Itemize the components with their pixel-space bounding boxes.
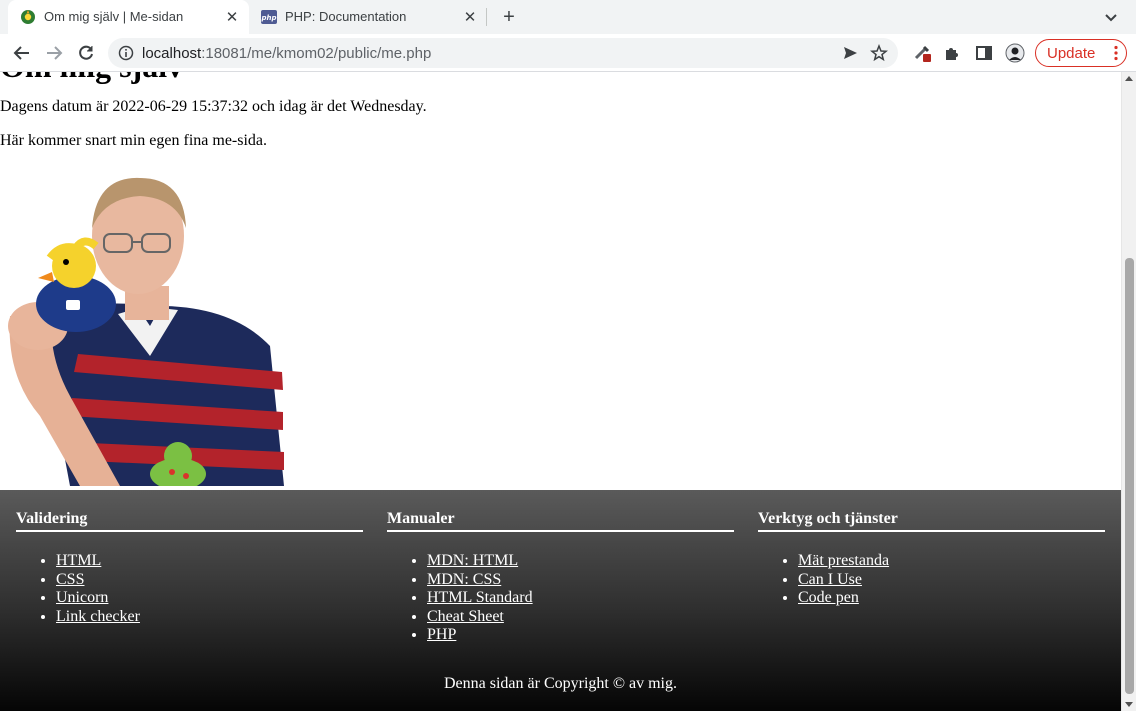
- footer-link-php[interactable]: PHP: [427, 626, 456, 643]
- scrollbar-thumb[interactable]: [1125, 258, 1134, 694]
- url-text[interactable]: localhost:18081/me/kmom02/public/me.php: [142, 45, 431, 62]
- list-item: Cheat Sheet: [427, 608, 734, 627]
- footer-column-title: Verktyg och tjänster: [758, 510, 1105, 532]
- date-paragraph: Dagens datum är 2022-06-29 15:37:32 och …: [0, 98, 427, 115]
- tab-strip: Om mig själv | Me-sidan ✕ php PHP: Docum…: [0, 0, 1136, 34]
- footer-column-title: Manualer: [387, 510, 734, 532]
- list-item: Link checker: [56, 608, 363, 627]
- footer-link-list: MDN: HTML MDN: CSS HTML Standard Cheat S…: [387, 552, 734, 645]
- chevron-down-icon[interactable]: [1102, 8, 1120, 26]
- address-bar[interactable]: localhost:18081/me/kmom02/public/me.php: [108, 38, 898, 68]
- info-icon[interactable]: [118, 45, 134, 61]
- footer-link-cheat-sheet[interactable]: Cheat Sheet: [427, 608, 504, 625]
- scroll-up-arrow-icon[interactable]: [1125, 76, 1133, 81]
- new-tab-icon[interactable]: +: [498, 6, 520, 28]
- footer-column-title: Validering: [16, 510, 363, 532]
- reload-icon[interactable]: [76, 43, 96, 63]
- intro-paragraph: Här kommer snart min egen fina me-sida.: [0, 132, 268, 149]
- footer-column-verktyg: Verktyg och tjänster Mät prestanda Can I…: [758, 510, 1105, 608]
- footer-link-mat-prestanda[interactable]: Mät prestanda: [798, 552, 889, 569]
- profile-avatar-icon[interactable]: [1005, 43, 1025, 63]
- site-favicon-icon: [21, 10, 35, 24]
- browser-toolbar: localhost:18081/me/kmom02/public/me.php: [0, 34, 1136, 72]
- footer-link-html[interactable]: HTML: [56, 552, 101, 569]
- list-item: Mät prestanda: [798, 552, 1105, 571]
- page-title: Om mig själv: [0, 72, 183, 85]
- svg-text:php: php: [261, 14, 277, 22]
- tab-title: PHP: Documentation: [285, 9, 407, 24]
- list-item: PHP: [427, 626, 734, 645]
- side-panel-icon[interactable]: [974, 43, 994, 63]
- extension-eyedropper-icon[interactable]: [912, 43, 932, 63]
- php-favicon-icon: php: [261, 10, 277, 24]
- tab-close-icon[interactable]: ✕: [223, 8, 241, 26]
- footer-column-manualer: Manualer MDN: HTML MDN: CSS HTML Standar…: [387, 510, 734, 645]
- send-icon[interactable]: [842, 45, 858, 61]
- forward-arrow-icon[interactable]: [44, 43, 64, 63]
- footer-link-list: HTML CSS Unicorn Link checker: [16, 552, 363, 626]
- puzzle-icon[interactable]: [942, 43, 962, 63]
- list-item: MDN: CSS: [427, 571, 734, 590]
- tab-php-documentation[interactable]: php PHP: Documentation ✕: [249, 0, 487, 34]
- footer-link-css[interactable]: CSS: [56, 571, 84, 588]
- tab-separator: [486, 8, 487, 26]
- footer-link-unicorn[interactable]: Unicorn: [56, 589, 108, 606]
- update-button-label: Update: [1047, 44, 1096, 62]
- footer-link-link-checker[interactable]: Link checker: [56, 608, 140, 625]
- back-arrow-icon[interactable]: [12, 43, 32, 63]
- tab-close-icon[interactable]: ✕: [461, 8, 479, 26]
- update-button[interactable]: Update: [1035, 39, 1127, 67]
- copyright-text: Denna sidan är Copyright © av mig.: [444, 675, 677, 692]
- list-item: HTML Standard: [427, 589, 734, 608]
- list-item: HTML: [56, 552, 363, 571]
- tab-me-sidan[interactable]: Om mig själv | Me-sidan ✕: [8, 0, 249, 34]
- page-viewport: Om mig själv Dagens datum är 2022-06-29 …: [0, 72, 1121, 711]
- list-item: Code pen: [798, 589, 1105, 608]
- kebab-menu-icon[interactable]: [1114, 45, 1118, 61]
- list-item: Can I Use: [798, 571, 1105, 590]
- scroll-down-arrow-icon[interactable]: [1125, 702, 1133, 707]
- footer-column-validering: Validering HTML CSS Unicorn Link checker: [16, 510, 363, 626]
- footer-link-list: Mät prestanda Can I Use Code pen: [758, 552, 1105, 608]
- tab-title: Om mig själv | Me-sidan: [44, 9, 184, 24]
- footer-link-mdn-css[interactable]: MDN: CSS: [427, 571, 501, 588]
- bookmark-star-icon[interactable]: [870, 44, 888, 62]
- page-scrollbar[interactable]: [1121, 72, 1136, 711]
- profile-photo: [8, 177, 284, 486]
- list-item: CSS: [56, 571, 363, 590]
- site-footer: Validering HTML CSS Unicorn Link checker…: [0, 490, 1121, 711]
- list-item: Unicorn: [56, 589, 363, 608]
- footer-link-code-pen[interactable]: Code pen: [798, 589, 859, 606]
- footer-link-can-i-use[interactable]: Can I Use: [798, 571, 862, 588]
- footer-link-html-standard[interactable]: HTML Standard: [427, 589, 533, 606]
- footer-link-mdn-html[interactable]: MDN: HTML: [427, 552, 518, 569]
- list-item: MDN: HTML: [427, 552, 734, 571]
